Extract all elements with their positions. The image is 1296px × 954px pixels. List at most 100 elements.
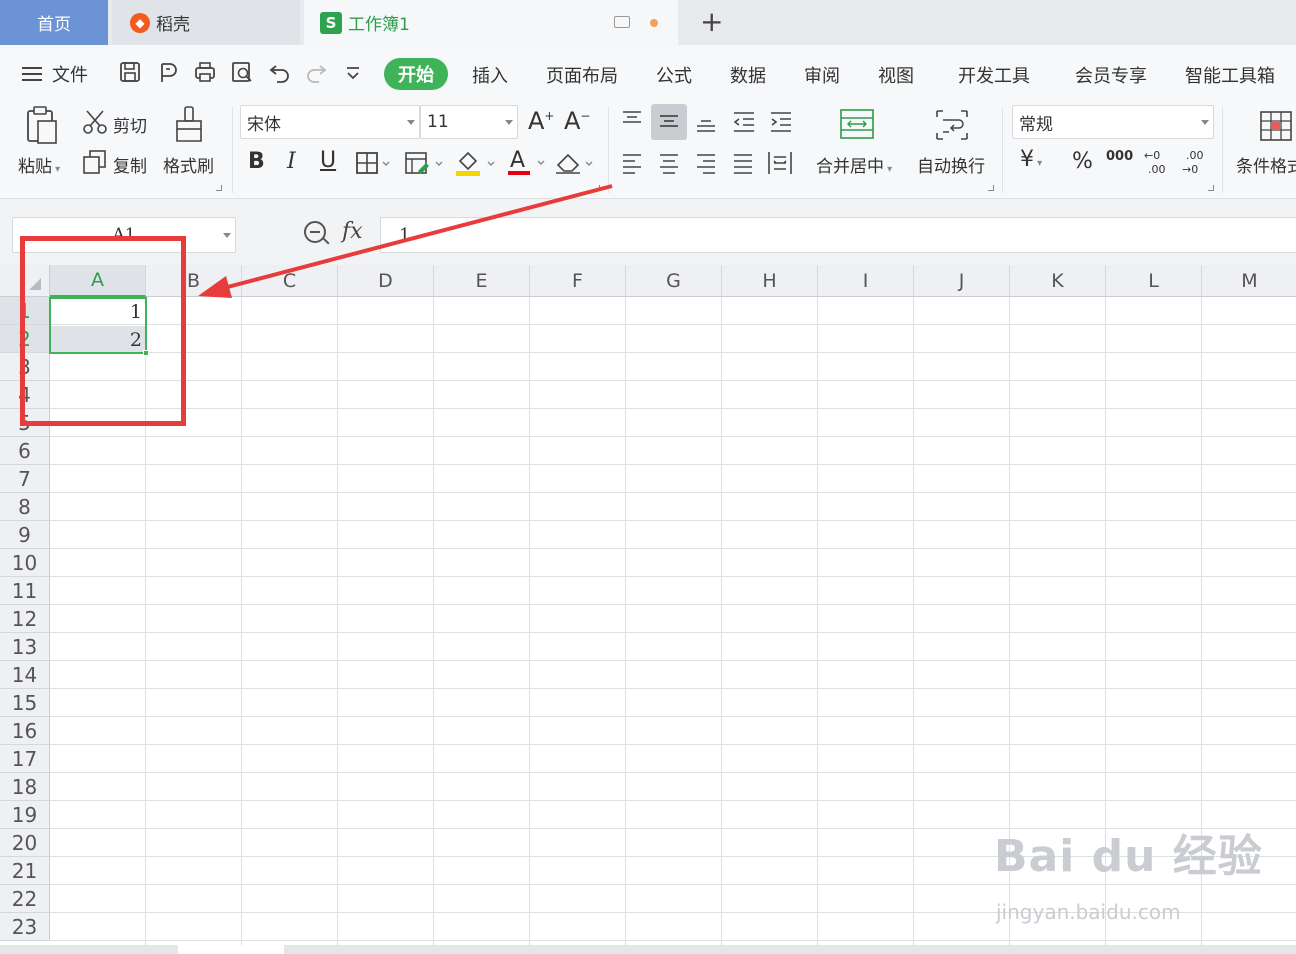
row-header-7[interactable]: 7 — [0, 465, 50, 493]
tab-page-layout[interactable]: 页面布局 — [546, 62, 618, 88]
sheet-tab[interactable] — [178, 945, 284, 954]
tab-view[interactable]: 视图 — [878, 62, 914, 88]
font-size-select[interactable]: 11 — [420, 105, 518, 139]
row-header-18[interactable]: 18 — [0, 773, 50, 801]
row-header-9[interactable]: 9 — [0, 521, 50, 549]
increase-font-button[interactable]: A+ — [528, 107, 554, 135]
decrease-decimal-icon[interactable]: .00→0 — [1180, 147, 1210, 177]
row-header-10[interactable]: 10 — [0, 549, 50, 577]
tab-formulas[interactable]: 公式 — [656, 62, 692, 88]
column-header-l[interactable]: L — [1106, 265, 1202, 297]
customize-toolbar-icon[interactable] — [343, 60, 363, 84]
wrap-text-icon[interactable] — [932, 107, 972, 143]
decrease-font-button[interactable]: A− — [564, 107, 590, 135]
formula-input[interactable]: 1 — [380, 217, 1296, 253]
row-header-21[interactable]: 21 — [0, 857, 50, 885]
paste-icon[interactable] — [24, 105, 60, 145]
font-dialog-launcher[interactable] — [594, 185, 600, 191]
copy-icon[interactable] — [82, 149, 108, 175]
column-header-h[interactable]: H — [722, 265, 818, 297]
row-header-20[interactable]: 20 — [0, 829, 50, 857]
redo-icon[interactable] — [304, 60, 328, 84]
copy-button[interactable]: 复制 — [113, 152, 147, 177]
column-header-c[interactable]: C — [242, 265, 338, 297]
format-painter-button[interactable]: 格式刷 — [163, 152, 214, 177]
row-header-15[interactable]: 15 — [0, 689, 50, 717]
column-header-k[interactable]: K — [1010, 265, 1106, 297]
thousands-separator-button[interactable]: 000 — [1106, 149, 1133, 164]
italic-button[interactable]: I — [287, 149, 296, 174]
output-pdf-icon[interactable] — [156, 60, 180, 84]
align-right-icon[interactable] — [694, 151, 718, 175]
column-header-d[interactable]: D — [338, 265, 434, 297]
clipboard-dialog-launcher[interactable] — [216, 185, 222, 191]
column-header-f[interactable]: F — [530, 265, 626, 297]
column-header-e[interactable]: E — [434, 265, 530, 297]
file-menu[interactable]: 文件 — [22, 61, 88, 87]
distributed-align-icon[interactable] — [766, 149, 794, 177]
cell-style-icon[interactable] — [404, 151, 444, 175]
tab-developer[interactable]: 开发工具 — [958, 62, 1030, 88]
conditional-format-button[interactable]: 条件格式 — [1236, 152, 1296, 177]
column-header-i[interactable]: I — [818, 265, 914, 297]
format-painter-icon[interactable] — [174, 105, 206, 145]
column-header-m[interactable]: M — [1202, 265, 1296, 297]
tab-insert[interactable]: 插入 — [472, 62, 508, 88]
align-top-icon[interactable] — [620, 109, 644, 133]
underline-button[interactable]: U — [320, 148, 336, 173]
row-header-17[interactable]: 17 — [0, 745, 50, 773]
row-header-13[interactable]: 13 — [0, 633, 50, 661]
undo-icon[interactable] — [268, 60, 292, 84]
monitor-icon[interactable] — [614, 16, 630, 28]
row-header-14[interactable]: 14 — [0, 661, 50, 689]
percent-button[interactable]: % — [1072, 149, 1093, 174]
align-middle-icon[interactable] — [657, 110, 681, 134]
save-icon[interactable] — [118, 60, 142, 84]
number-format-select[interactable]: 常规 — [1012, 105, 1214, 139]
tab-data[interactable]: 数据 — [730, 62, 766, 88]
paste-button[interactable]: 粘贴 ▾ — [18, 152, 60, 177]
alignment-dialog-launcher[interactable] — [988, 185, 994, 191]
row-header-12[interactable]: 12 — [0, 605, 50, 633]
new-tab-button[interactable]: + — [700, 7, 723, 37]
merge-center-icon[interactable] — [838, 107, 878, 143]
column-header-j[interactable]: J — [914, 265, 1010, 297]
currency-button[interactable]: ¥ ▾ — [1020, 147, 1042, 172]
fill-color-icon[interactable] — [454, 149, 496, 177]
tab-member[interactable]: 会员专享 — [1075, 62, 1147, 88]
zoom-icon[interactable] — [304, 221, 326, 243]
number-dialog-launcher[interactable] — [1208, 185, 1214, 191]
insert-function-button[interactable]: fx — [342, 219, 363, 244]
clear-format-icon[interactable] — [554, 149, 596, 177]
row-header-8[interactable]: 8 — [0, 493, 50, 521]
font-color-icon[interactable]: A — [506, 147, 548, 177]
row-header-23[interactable]: 23 — [0, 913, 50, 941]
borders-icon[interactable] — [355, 151, 391, 175]
print-preview-icon[interactable] — [230, 60, 254, 84]
tab-start[interactable]: 开始 — [384, 58, 448, 90]
align-left-icon[interactable] — [620, 151, 644, 175]
cut-button[interactable]: 剪切 — [113, 112, 147, 137]
increase-decimal-icon[interactable]: ←0.00 — [1142, 147, 1172, 177]
row-header-16[interactable]: 16 — [0, 717, 50, 745]
row-header-22[interactable]: 22 — [0, 885, 50, 913]
decrease-indent-icon[interactable] — [731, 109, 757, 133]
font-name-select[interactable]: 宋体 — [240, 105, 420, 139]
tab-review[interactable]: 审阅 — [804, 62, 840, 88]
merge-center-button[interactable]: 合并居中 ▾ — [816, 152, 892, 177]
align-bottom-icon[interactable] — [694, 109, 718, 133]
tab-daoke[interactable]: ◆ 稻壳 — [112, 0, 300, 45]
justify-icon[interactable] — [731, 151, 755, 175]
bold-button[interactable]: B — [248, 149, 265, 174]
tab-smart-toolbox[interactable]: 智能工具箱 — [1185, 62, 1275, 88]
tab-home[interactable]: 首页 — [0, 0, 108, 45]
row-header-11[interactable]: 11 — [0, 577, 50, 605]
wrap-text-button[interactable]: 自动换行 — [917, 152, 985, 177]
print-icon[interactable] — [193, 60, 217, 84]
increase-indent-icon[interactable] — [768, 109, 794, 133]
column-header-g[interactable]: G — [626, 265, 722, 297]
conditional-format-icon[interactable] — [1258, 109, 1294, 143]
tab-workbook[interactable]: S 工作簿1 — [304, 0, 678, 45]
row-header-6[interactable]: 6 — [0, 437, 50, 465]
scissors-icon[interactable] — [82, 109, 108, 135]
